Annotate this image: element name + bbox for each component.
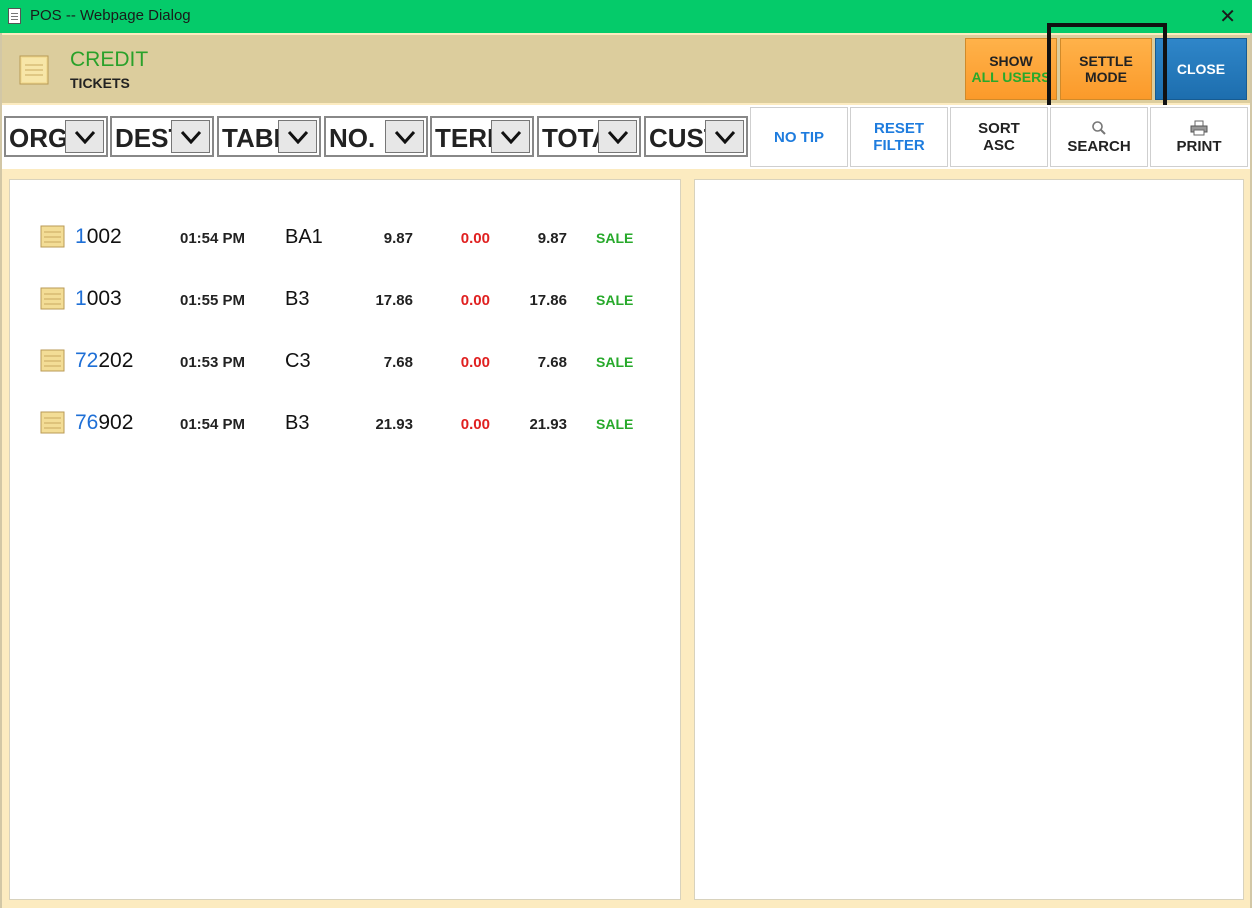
settle-mode-line2: MODE (1085, 69, 1127, 85)
window-close-icon[interactable]: ✕ (1219, 4, 1236, 29)
filter-cust-dropdown[interactable]: CUST (644, 116, 748, 157)
ticket-icon (40, 349, 65, 372)
ticket-number-rest: 002 (86, 225, 122, 248)
search-button[interactable]: SEARCH (1050, 107, 1148, 167)
ticket-table: B3 (285, 288, 310, 310)
page-title: CREDIT (70, 48, 149, 71)
page-subtitle: TICKETS (70, 75, 130, 91)
ticket-number: 76902 (75, 411, 133, 435)
ticket-total: 9.87 (537, 230, 567, 247)
search-icon (1092, 120, 1106, 135)
ticket-number-rest: 003 (86, 287, 122, 310)
chevron-down-icon[interactable] (385, 120, 424, 153)
search-label: SEARCH (1067, 137, 1131, 155)
ticket-row[interactable]: 1003 01:55 PM B3 17.86 0.00 17.86 SALE (40, 284, 660, 314)
filter-org-label: ORG (9, 123, 65, 153)
ticket-number-prefix: 76 (75, 411, 99, 434)
ticket-icon (40, 287, 65, 310)
show-all-users-line2: ALL USERS (971, 69, 1051, 85)
ticket-number: 1003 (75, 287, 122, 311)
print-label: PRINT (1176, 137, 1222, 155)
ticket-number-rest: 202 (98, 349, 134, 372)
ticket-amount: 9.87 (383, 230, 413, 247)
filter-cust-label: CUST (649, 123, 705, 153)
settle-mode-line1: SETTLE (1079, 53, 1133, 69)
settle-mode-button[interactable]: SETTLE MODE (1060, 38, 1152, 100)
chevron-down-icon[interactable] (278, 120, 317, 153)
close-button-label: CLOSE (1176, 61, 1226, 77)
ticket-tip: 0.00 (460, 354, 490, 371)
reset-filter-line1: RESET (873, 120, 924, 137)
chevron-down-icon[interactable] (491, 120, 530, 153)
filter-term-dropdown[interactable]: TERM (430, 116, 534, 157)
ticket-number-prefix: 72 (75, 349, 99, 372)
ticket-row[interactable]: 72202 01:53 PM C3 7.68 0.00 7.68 SALE (40, 346, 660, 376)
chevron-down-icon[interactable] (705, 120, 744, 153)
ticket-icon (19, 55, 49, 85)
ticket-row[interactable]: 1002 01:54 PM BA1 9.87 0.00 9.87 SALE (40, 222, 660, 252)
sort-line2: ASC (983, 137, 1015, 154)
ticket-type: SALE (596, 354, 634, 370)
filter-number-label: NO. (329, 123, 376, 153)
filter-total-dropdown[interactable]: TOTAL (537, 116, 641, 157)
show-all-users-button[interactable]: SHOW ALL USERS (965, 38, 1057, 100)
ticket-number: 1002 (75, 225, 122, 249)
ticket-time: 01:54 PM (180, 416, 246, 433)
ticket-amount: 7.68 (383, 354, 413, 371)
ticket-table: B3 (285, 412, 310, 434)
filter-total-label: TOTAL (542, 123, 598, 153)
chevron-down-icon[interactable] (598, 120, 637, 153)
filter-dest-dropdown[interactable]: DEST (110, 116, 214, 157)
ticket-icon (40, 225, 65, 248)
no-tip-label: NO TIP (773, 128, 824, 146)
document-icon (8, 8, 21, 24)
filter-table-dropdown[interactable]: TABLE (217, 116, 321, 157)
ticket-type: SALE (596, 416, 634, 432)
ticket-detail-panel (694, 179, 1244, 900)
chevron-down-icon[interactable] (171, 120, 210, 153)
ticket-time: 01:53 PM (180, 354, 246, 371)
no-tip-button[interactable]: NO TIP (750, 107, 848, 167)
ticket-amount: 21.93 (375, 416, 413, 433)
ticket-total: 21.93 (529, 416, 567, 433)
filter-term-label: TERM (435, 123, 491, 153)
printer-icon (1190, 120, 1208, 135)
reset-filter-line2: FILTER (873, 137, 925, 154)
close-button[interactable]: CLOSE (1155, 38, 1247, 100)
ticket-type: SALE (596, 292, 634, 308)
ticket-row[interactable]: 76902 01:54 PM B3 21.93 0.00 21.93 SALE (40, 408, 660, 438)
ticket-total: 17.86 (529, 292, 567, 309)
ticket-total: 7.68 (537, 354, 567, 371)
filter-dest-label: DEST (115, 123, 171, 153)
chevron-down-icon[interactable] (65, 120, 104, 153)
ticket-time: 01:55 PM (180, 292, 246, 309)
ticket-tip: 0.00 (460, 292, 490, 309)
window-titlebar: POS -- Webpage Dialog ✕ (0, 0, 1252, 33)
filter-number-dropdown[interactable]: NO. (324, 116, 428, 157)
ticket-icon (40, 411, 65, 434)
filter-org-dropdown[interactable]: ORG (4, 116, 108, 157)
sort-asc-button[interactable]: SORT ASC (950, 107, 1048, 167)
ticket-time: 01:54 PM (180, 230, 246, 247)
sort-line1: SORT (978, 120, 1020, 137)
reset-filter-button[interactable]: RESET FILTER (850, 107, 948, 167)
ticket-table: C3 (285, 350, 311, 372)
ticket-tip: 0.00 (460, 416, 490, 433)
ticket-number-rest: 902 (98, 411, 134, 434)
ticket-amount: 17.86 (375, 292, 413, 309)
ticket-number-prefix: 1 (75, 287, 87, 310)
show-all-users-line1: SHOW (989, 53, 1033, 69)
window-title: POS -- Webpage Dialog (30, 7, 191, 24)
ticket-table: BA1 (285, 226, 323, 248)
print-button[interactable]: PRINT (1150, 107, 1248, 167)
ticket-number-prefix: 1 (75, 225, 87, 248)
ticket-type: SALE (596, 230, 634, 246)
ticket-number: 72202 (75, 349, 133, 373)
ticket-tip: 0.00 (460, 230, 490, 247)
filter-table-label: TABLE (222, 123, 278, 153)
